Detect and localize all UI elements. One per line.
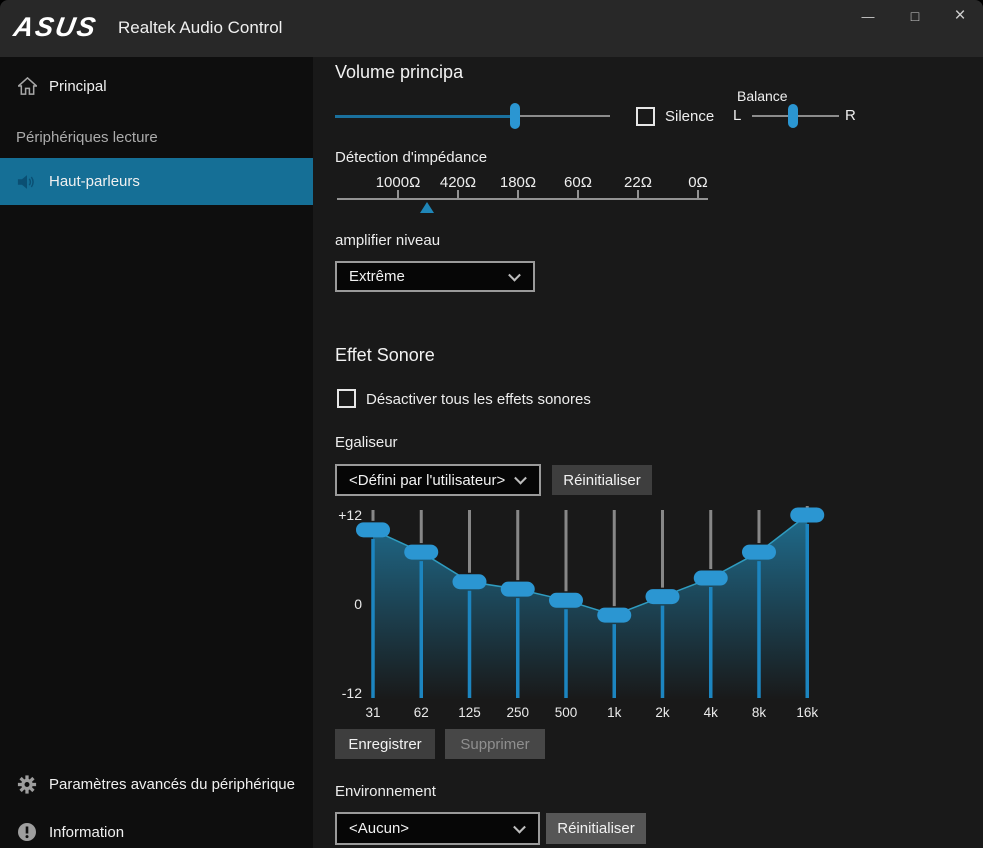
eq-band-handle[interactable] (597, 608, 631, 623)
eq-band-handle[interactable] (694, 571, 728, 586)
eq-band-label: 4k (704, 705, 719, 720)
eq-band-handle[interactable] (404, 545, 438, 560)
effects-title: Effet Sonore (335, 345, 435, 366)
maximize-icon: □ (911, 8, 919, 24)
close-icon: × (954, 5, 965, 27)
speaker-icon (17, 172, 37, 192)
balance-right-label: R (845, 107, 856, 124)
asus-logo: ASUS (11, 12, 99, 43)
balance-left-label: L (733, 107, 741, 124)
environment-label: Environnement (335, 783, 436, 800)
minimize-icon: — (862, 9, 875, 24)
environment-select[interactable]: <Aucun> (335, 812, 540, 845)
sidebar-item-advanced-settings[interactable]: Paramètres avancés du périphérique (0, 766, 313, 802)
disable-effects-label: Désactiver tous les effets sonores (366, 391, 591, 408)
equalizer-chart: 31 62 125 250 500 1k 2k 4k 8k 16k +12 0 -12 (330, 498, 875, 730)
sidebar-item-information[interactable]: Information (0, 814, 313, 848)
title-bar: ASUS Realtek Audio Control — □ × (0, 0, 983, 57)
minimize-button[interactable]: — (852, 3, 884, 29)
app-title: Realtek Audio Control (118, 18, 282, 38)
eq-band-handle[interactable] (501, 582, 535, 597)
silence-label: Silence (665, 108, 714, 125)
equalizer-label: Egaliseur (335, 434, 398, 451)
eq-band-label: 8k (752, 705, 767, 720)
volume-slider-fill (335, 115, 515, 118)
impedance-title: Détection d'impédance (335, 149, 487, 166)
sidebar-item-label: Principal (49, 78, 107, 95)
equalizer-save-button[interactable]: Enregistrer (335, 729, 435, 759)
balance-label: Balance (737, 88, 788, 104)
eq-band-label: 125 (458, 705, 481, 720)
eq-band-label: 250 (506, 705, 529, 720)
eq-band-label: 1k (607, 705, 622, 720)
equalizer-preset-select[interactable]: <Défini par l'utilisateur> (335, 464, 541, 496)
chevron-down-icon (513, 820, 526, 833)
impedance-indicator-icon (420, 202, 434, 213)
impedance-tick (517, 190, 519, 198)
impedance-tick (577, 190, 579, 198)
amplifier-label: amplifier niveau (335, 232, 440, 249)
amplifier-select-value: Extrême (349, 268, 405, 285)
impedance-tick-label: 0Ω (658, 174, 738, 191)
volume-slider[interactable] (335, 115, 610, 117)
volume-title: Volume principa (335, 62, 463, 83)
disable-effects-checkbox[interactable] (337, 389, 356, 408)
silence-checkbox[interactable] (636, 107, 655, 126)
volume-slider-handle[interactable] (510, 103, 520, 129)
sidebar-item-label: Information (49, 824, 124, 841)
amplifier-select[interactable]: Extrême (335, 261, 535, 292)
environment-reset-button[interactable]: Réinitialiser (546, 813, 646, 844)
equalizer-delete-button[interactable]: Supprimer (445, 729, 545, 759)
impedance-tick (637, 190, 639, 198)
eq-band-label: 62 (414, 705, 429, 720)
impedance-tick (697, 190, 699, 198)
eq-band-handle[interactable] (549, 593, 583, 608)
sidebar-item-principal[interactable]: Principal (0, 66, 313, 106)
info-icon (17, 822, 37, 842)
impedance-tick (457, 190, 459, 198)
eq-band-handle[interactable] (453, 574, 487, 589)
balance-slider-handle[interactable] (788, 104, 798, 128)
impedance-scale: 1000Ω420Ω180Ω60Ω22Ω0Ω (337, 176, 708, 220)
eq-band-label: 2k (655, 705, 670, 720)
impedance-scale-line (337, 198, 708, 200)
eq-band-label: 500 (555, 705, 578, 720)
eq-band-handle[interactable] (356, 522, 390, 537)
sidebar: Principal Périphériques lecture Haut-par… (0, 57, 313, 848)
eq-band-handle[interactable] (790, 507, 824, 522)
sidebar-item-label: Paramètres avancés du périphérique (49, 776, 295, 793)
chevron-down-icon (514, 472, 527, 485)
eq-band-handle[interactable] (742, 545, 776, 560)
eq-band-label: 31 (365, 705, 380, 720)
sidebar-item-haut-parleurs[interactable]: Haut-parleurs (0, 158, 313, 205)
eq-band-handle[interactable] (646, 589, 680, 604)
app-window: ASUS Realtek Audio Control — □ × Princip… (0, 0, 983, 848)
gear-icon (17, 774, 37, 794)
chevron-down-icon (508, 268, 521, 281)
eq-axis-label: 0 (354, 596, 362, 612)
equalizer-reset-button[interactable]: Réinitialiser (552, 465, 652, 495)
close-button[interactable]: × (944, 3, 976, 29)
equalizer-preset-value: <Défini par l'utilisateur> (349, 472, 505, 489)
maximize-button[interactable]: □ (899, 3, 931, 29)
eq-band-label: 16k (796, 705, 818, 720)
eq-axis-label: +12 (338, 507, 362, 523)
home-icon (17, 76, 37, 96)
impedance-tick (397, 190, 399, 198)
sidebar-item-label: Haut-parleurs (49, 173, 140, 190)
sidebar-section-label: Périphériques lecture (16, 129, 158, 146)
environment-select-value: <Aucun> (349, 820, 409, 837)
main-panel: Volume principa Silence Balance L R Déte… (313, 57, 983, 848)
balance-slider[interactable] (752, 115, 839, 117)
eq-axis-label: -12 (342, 685, 362, 701)
